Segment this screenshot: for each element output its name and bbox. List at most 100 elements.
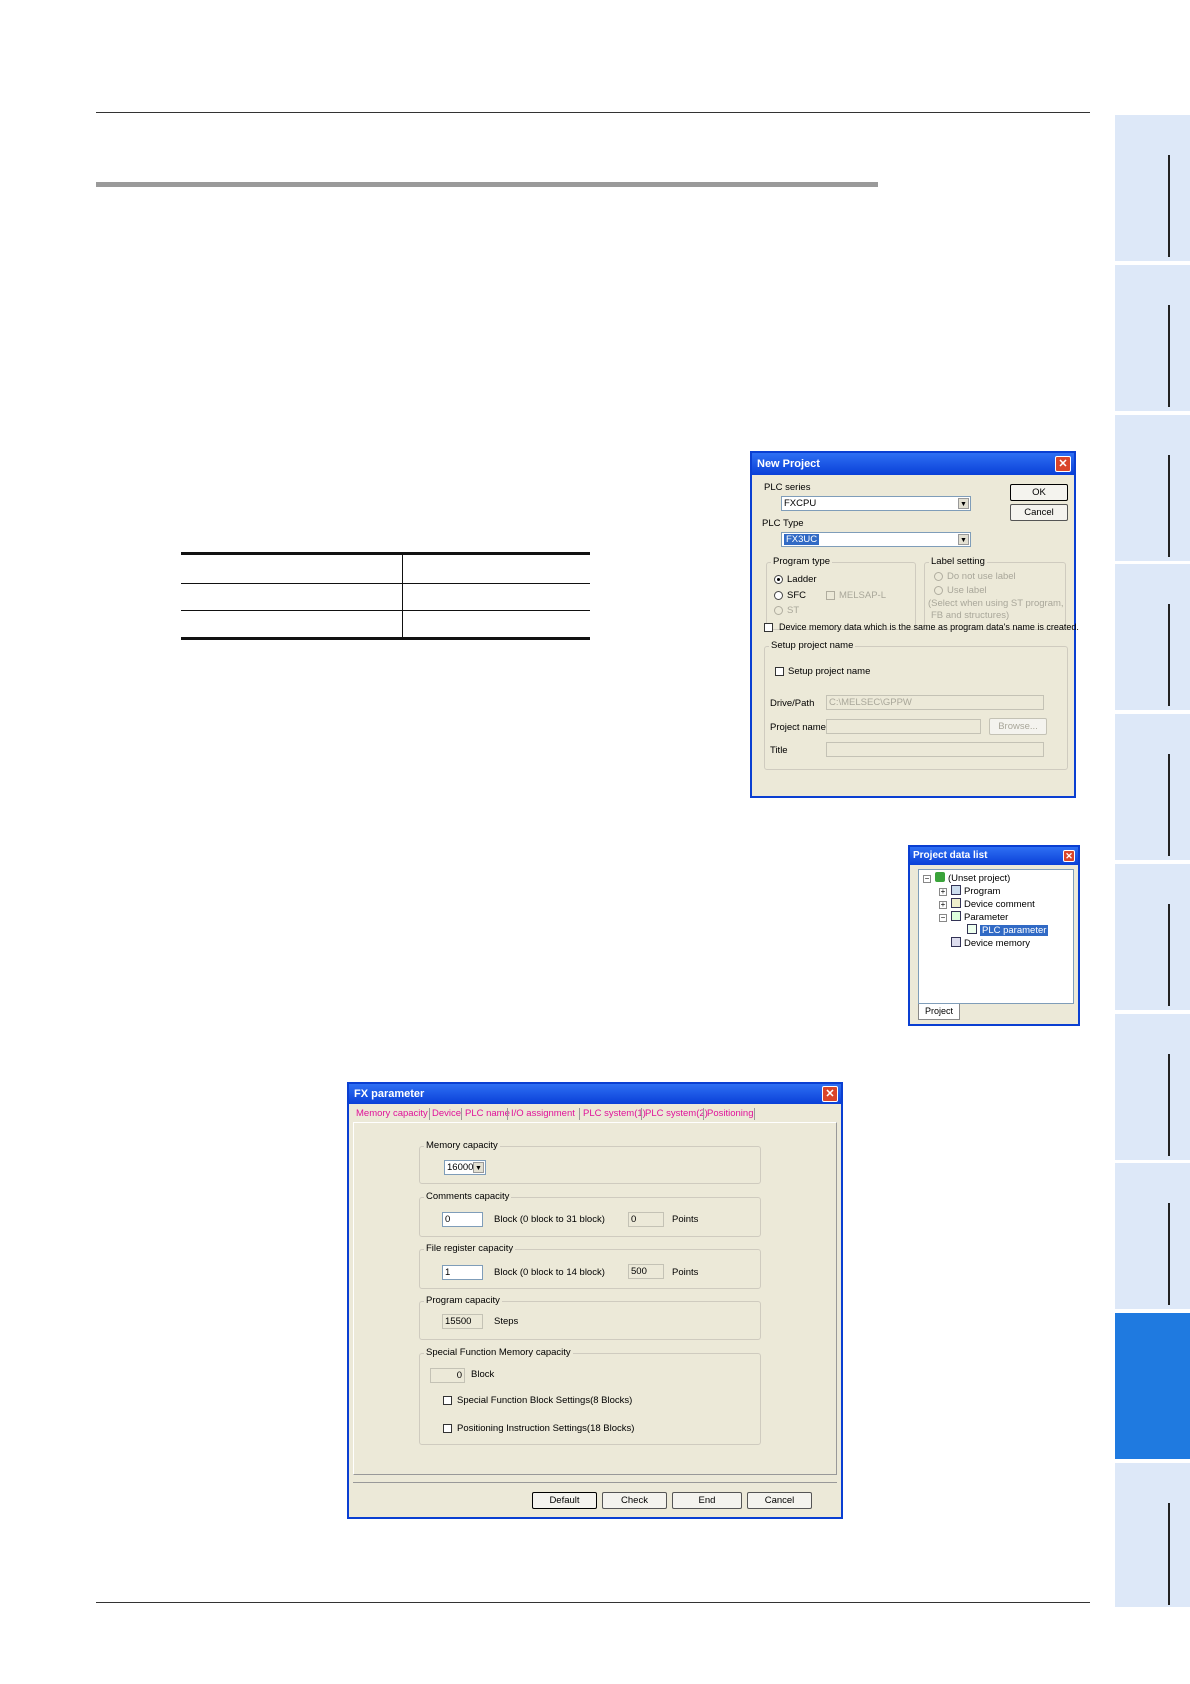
comments-block-label: Block (0 block to 31 block) [494, 1214, 605, 1225]
chapter-tab-3[interactable] [1115, 415, 1190, 561]
setup-project-checkbox[interactable] [775, 667, 784, 676]
project-icon [935, 872, 945, 882]
drive-path-label: Drive/Path [770, 698, 815, 709]
tree-item-device-comment[interactable]: Device comment [951, 898, 1035, 910]
plc-type-select[interactable]: FX3UC ▼ [781, 532, 971, 547]
chapter-tab-1[interactable] [1115, 115, 1190, 261]
plc-series-label: PLC series [764, 482, 811, 493]
file-register-input[interactable]: 1 [442, 1265, 483, 1280]
ladder-label: Ladder [787, 574, 817, 585]
dialog-title: New Project [757, 458, 820, 470]
chapter-tab-9-active[interactable] [1115, 1313, 1190, 1459]
chapter-tab-6[interactable] [1115, 864, 1190, 1010]
project-name-field[interactable] [826, 719, 981, 734]
footer-rule [96, 1602, 1090, 1603]
new-project-dialog: New Project ✕ PLC series FXCPU ▼ PLC Typ… [750, 451, 1079, 798]
melsap-label: MELSAP-L [839, 590, 886, 601]
chapter-tab-7[interactable] [1115, 1014, 1190, 1160]
sfc-radio[interactable] [774, 591, 783, 600]
comments-points-value: 0 [628, 1212, 664, 1227]
expand-icon[interactable]: + [939, 888, 947, 896]
comments-capacity-group: Comments capacity 0 Block (0 block to 31… [419, 1191, 761, 1237]
file-register-points-label: Points [672, 1267, 699, 1278]
cancel-button[interactable]: Cancel [747, 1492, 812, 1509]
tree-item-label: Program [964, 886, 1001, 897]
tab-plc-system-1[interactable]: PLC system(1) [583, 1108, 646, 1119]
special-block-settings-label: Special Function Block Settings(8 Blocks… [457, 1395, 633, 1406]
parameter-icon [951, 911, 961, 921]
chapter-tab-5[interactable] [1115, 714, 1190, 860]
steps-label: Steps [494, 1316, 519, 1327]
no-label-radio[interactable] [934, 572, 943, 581]
sfc-label: SFC [787, 590, 806, 601]
tab-project[interactable]: Project [918, 1004, 960, 1020]
memory-capacity-select[interactable]: 16000 ▼ [444, 1160, 486, 1175]
new-project-titlebar[interactable]: New Project ✕ [752, 453, 1074, 475]
table-header-cell [181, 552, 403, 584]
fx-parameter-dialog: FX parameter ✕ Memory capacity Device PL… [347, 1082, 843, 1519]
tree-item-device-memory[interactable]: Device memory [951, 937, 1030, 949]
program-type-group: Program type Ladder SFC MELSAP-L ST [766, 556, 916, 630]
setup-project-check-label: Setup project name [788, 666, 871, 677]
st-radio[interactable] [774, 606, 783, 615]
tree-item-label: Parameter [964, 912, 1009, 923]
close-icon[interactable]: ✕ [1055, 456, 1071, 472]
title-field[interactable] [826, 742, 1044, 757]
check-button[interactable]: Check [602, 1492, 667, 1509]
positioning-settings-checkbox[interactable] [443, 1424, 452, 1433]
tree-root[interactable]: (Unset project) [935, 872, 1010, 884]
st-label: ST [787, 605, 800, 616]
panel-title: Project data list [913, 850, 988, 861]
chevron-down-icon[interactable]: ▼ [473, 1162, 484, 1173]
table-cell [402, 583, 590, 611]
collapse-icon[interactable]: − [923, 875, 931, 883]
fx-parameter-titlebar[interactable]: FX parameter ✕ [349, 1084, 841, 1104]
program-capacity-value: 15500 [442, 1314, 483, 1329]
tab-io-assignment[interactable]: I/O assignment [511, 1108, 575, 1119]
chevron-down-icon[interactable]: ▼ [958, 534, 969, 545]
tab-memory-capacity[interactable]: Memory capacity [356, 1108, 428, 1119]
chapter-tab-2[interactable] [1115, 265, 1190, 411]
tree-root-label: (Unset project) [948, 873, 1011, 884]
use-label-radio[interactable] [934, 586, 943, 595]
memory-capacity-group: Memory capacity 16000 ▼ [419, 1140, 761, 1184]
melsap-checkbox[interactable] [826, 591, 835, 600]
device-memory-checkbox[interactable] [764, 623, 773, 632]
device-memory-label: Device memory data which is the same as … [779, 622, 1079, 632]
setup-project-group: Setup project name Setup project name Dr… [764, 640, 1068, 770]
default-button[interactable]: Default [532, 1492, 597, 1509]
plc-series-select[interactable]: FXCPU ▼ [781, 496, 971, 511]
label-hint-1: (Select when using ST program, [928, 598, 1064, 609]
special-block-settings-checkbox[interactable] [443, 1396, 452, 1405]
collapse-icon[interactable]: − [939, 914, 947, 922]
ladder-radio[interactable] [774, 575, 783, 584]
ok-button[interactable]: OK [1010, 484, 1068, 501]
program-capacity-group: Program capacity 15500 Steps [419, 1295, 761, 1340]
special-block-label: Block [471, 1369, 495, 1380]
tree-item-label: Device memory [964, 938, 1030, 949]
chapter-tab-10[interactable] [1115, 1463, 1190, 1607]
project-list-titlebar[interactable]: Project data list ✕ [910, 847, 1078, 865]
close-icon[interactable]: ✕ [1063, 850, 1075, 862]
chevron-down-icon[interactable]: ▼ [958, 498, 969, 509]
tab-plc-name[interactable]: PLC name [465, 1108, 510, 1119]
cancel-button[interactable]: Cancel [1010, 504, 1068, 521]
drive-path-field[interactable]: C:\MELSEC\GPPW [826, 695, 1044, 710]
end-button[interactable]: End [672, 1492, 742, 1509]
project-data-list-window: Project data list ✕ − (Unset project) + … [908, 845, 1080, 1026]
tab-device[interactable]: Device [432, 1108, 461, 1119]
comment-icon [951, 898, 961, 908]
tab-plc-system-2[interactable]: PLC system(2) [645, 1108, 708, 1119]
chapter-tab-4[interactable] [1115, 564, 1190, 710]
table-cell [181, 610, 403, 640]
tree-item-program[interactable]: Program [951, 885, 1000, 897]
browse-button[interactable]: Browse... [989, 718, 1047, 735]
chapter-tab-8[interactable] [1115, 1163, 1190, 1309]
label-setting-group: Label setting Do not use label Use label… [924, 556, 1066, 630]
expand-icon[interactable]: + [939, 901, 947, 909]
tree-item-plc-parameter[interactable]: PLC parameter [967, 924, 1049, 936]
tab-positioning[interactable]: Positioning [707, 1108, 753, 1119]
comments-capacity-input[interactable]: 0 [442, 1212, 483, 1227]
tree-item-parameter[interactable]: Parameter [951, 911, 1008, 923]
close-icon[interactable]: ✕ [822, 1086, 838, 1102]
